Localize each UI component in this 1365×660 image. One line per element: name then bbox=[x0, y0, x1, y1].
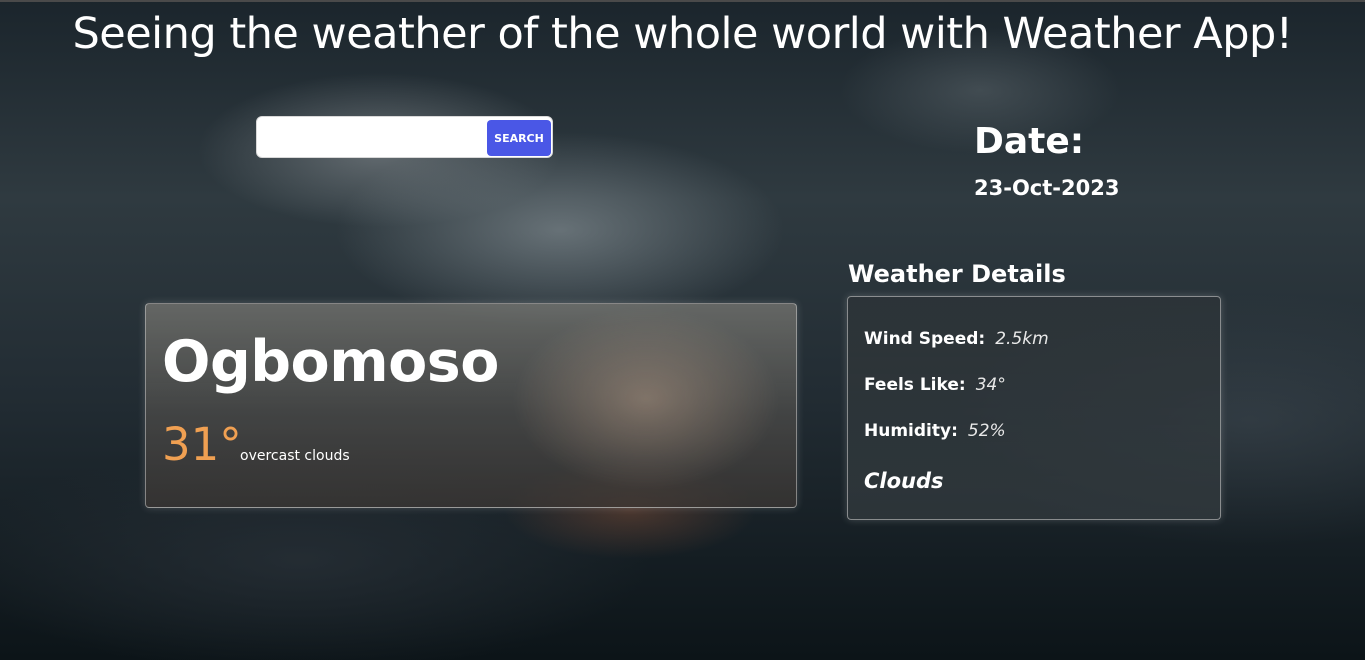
date-label: Date: bbox=[974, 121, 1085, 162]
weather-main-condition: Clouds bbox=[864, 469, 944, 493]
date-value: 23-Oct-2023 bbox=[974, 176, 1120, 200]
feels-like-label: Feels Like: bbox=[864, 375, 966, 395]
wind-speed-label: Wind Speed: bbox=[864, 329, 986, 349]
humidity-value: 52% bbox=[967, 421, 1006, 441]
weather-description: overcast clouds bbox=[240, 448, 350, 464]
humidity-label: Humidity: bbox=[864, 421, 958, 441]
temperature: 31° bbox=[162, 418, 242, 471]
feels-like-value: 34° bbox=[975, 375, 1006, 395]
search-button[interactable]: SEARCH bbox=[487, 120, 551, 156]
wind-speed-row: Wind Speed: 2.5km bbox=[864, 327, 1049, 351]
weather-details-card: Wind Speed: 2.5km Feels Like: 34° Humidity… bbox=[847, 296, 1221, 520]
page-title: Seeing the weather of the whole world wi… bbox=[72, 9, 1293, 59]
search-bar: SEARCH bbox=[256, 116, 553, 158]
city-name: Ogbomoso bbox=[162, 329, 499, 395]
weather-details-heading: Weather Details bbox=[848, 260, 1066, 288]
current-weather-card: Ogbomoso 31° overcast clouds bbox=[145, 303, 797, 508]
top-border bbox=[0, 0, 1365, 2]
feels-like-row: Feels Like: 34° bbox=[864, 373, 1006, 397]
humidity-row: Humidity: 52% bbox=[864, 419, 1006, 443]
wind-speed-value: 2.5km bbox=[995, 329, 1049, 349]
search-input[interactable] bbox=[263, 121, 489, 155]
